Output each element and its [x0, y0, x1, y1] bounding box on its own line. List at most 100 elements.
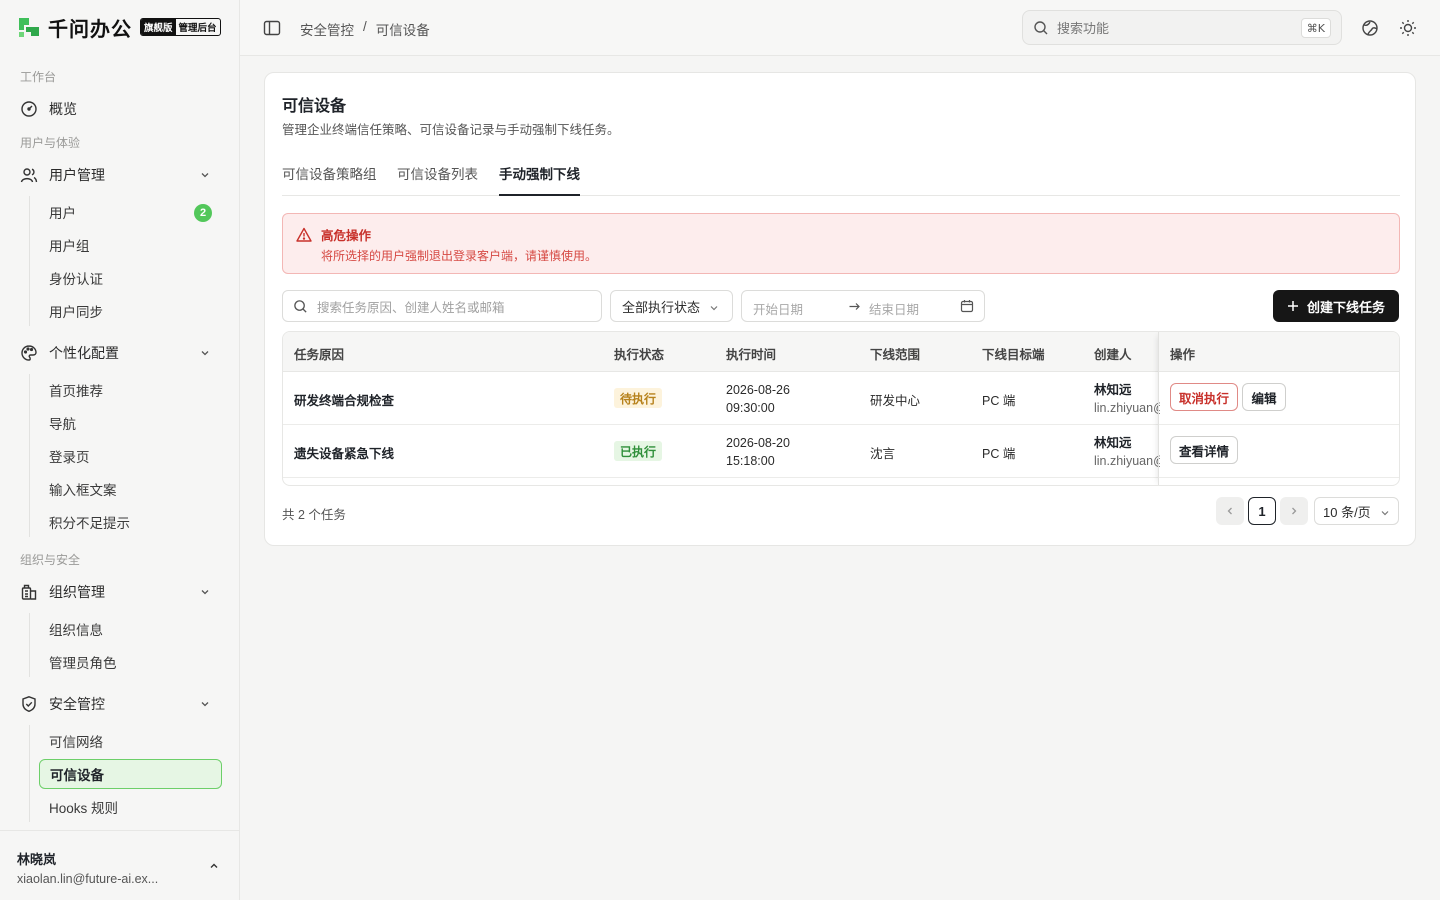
section-workspace: 工作台: [20, 70, 57, 84]
prev-page-button[interactable]: [1216, 497, 1244, 525]
chevron-left-icon: [1227, 507, 1232, 515]
page-number-current[interactable]: 1: [1248, 497, 1276, 525]
sidebar-item-org-info[interactable]: 组织信息: [39, 614, 222, 644]
sidebar: 千问办公 旗舰版 管理后台 工作台 概览 用户与体验 用户管理 用户 2 用户组…: [0, 0, 240, 900]
task-reason: 研发终端合规检查: [294, 394, 395, 408]
sidebar-item-trusted-devices[interactable]: 可信设备: [39, 759, 222, 789]
sidebar-item-overview[interactable]: 概览: [12, 93, 228, 125]
section-users-exp: 用户与体验: [20, 136, 81, 150]
creator: 林知远 lin.zhiyuan@: [1094, 436, 1160, 468]
page-size-select[interactable]: 10 条/页: [1314, 497, 1399, 525]
offline-scope: 沈言: [870, 447, 896, 461]
breadcrumb-separator: /: [363, 19, 367, 34]
search-icon: [1034, 20, 1048, 34]
chevron-down-icon: [201, 702, 209, 707]
top-header: 安全管控 / 可信设备 搜索功能 ⌘K: [240, 0, 1440, 56]
palette-icon: [20, 344, 38, 362]
sidebar-item-label: 概览: [49, 101, 77, 117]
total-count: 共 2 个任务: [282, 508, 346, 522]
app-name: 千问办公: [48, 18, 132, 41]
chevron-right-icon: [1292, 507, 1297, 515]
tab-force-offline[interactable]: 手动强制下线: [499, 163, 580, 196]
edit-button[interactable]: 编辑: [1242, 383, 1286, 411]
column-actions: 操作: [1170, 348, 1196, 362]
create-task-button[interactable]: 创建下线任务: [1273, 290, 1399, 322]
global-search-input[interactable]: 搜索功能 ⌘K: [1022, 10, 1342, 45]
sidebar-item-navigation[interactable]: 导航: [39, 408, 222, 438]
offline-target: PC 端: [982, 447, 1016, 461]
user-email: xiaolan.lin@future-ai.ex...: [17, 872, 159, 886]
section-org-security: 组织与安全: [20, 553, 81, 567]
chevron-down-icon: [201, 173, 209, 178]
arrow-right-icon: [849, 303, 860, 310]
user-icon: [20, 166, 38, 184]
tab-device-list[interactable]: 可信设备列表: [397, 163, 478, 196]
tree-line: [29, 725, 30, 822]
task-search-input[interactable]: 搜索任务原因、创建人姓名或邮箱: [282, 290, 602, 322]
plus-icon: [1287, 301, 1298, 311]
sidebar-group-personalize[interactable]: 个性化配置: [12, 337, 228, 369]
breadcrumb-item-current: 可信设备: [375, 23, 430, 38]
sidebar-group-user-mgmt[interactable]: 用户管理: [12, 159, 228, 191]
tree-line: [29, 196, 30, 326]
sidebar-toggle-icon[interactable]: [263, 19, 281, 37]
logo[interactable]: 千问办公 旗舰版 管理后台: [16, 13, 221, 41]
start-date-input[interactable]: 开始日期: [753, 299, 803, 318]
sidebar-item-hooks-rules[interactable]: Hooks 规则: [39, 792, 222, 822]
offline-scope: 研发中心: [870, 394, 921, 408]
breadcrumb-item-security[interactable]: 安全管控: [300, 19, 354, 39]
danger-alert: 高危操作 将所选择的用户强制退出登录客户端，请谨慎使用。: [282, 213, 1400, 274]
sun-icon[interactable]: [1398, 18, 1418, 38]
next-page-button[interactable]: [1280, 497, 1308, 525]
sidebar-group-security[interactable]: 安全管控: [12, 688, 228, 720]
column-creator: 创建人: [1094, 348, 1132, 362]
column-scope: 下线范围: [870, 348, 921, 362]
count-badge: 2: [194, 204, 212, 222]
status-badge: 待执行: [614, 388, 663, 408]
date-range-picker[interactable]: 开始日期 结束日期: [741, 290, 985, 322]
sidebar-item-users[interactable]: 用户 2: [39, 197, 222, 227]
alert-title: 高危操作: [321, 229, 372, 243]
edition-badge: 旗舰版 管理后台: [140, 18, 221, 36]
tree-line: [29, 613, 30, 677]
actions-column: 操作 取消执行 编辑 查看详情: [1158, 332, 1399, 485]
warning-icon: [296, 227, 312, 242]
sidebar-item-points-tip[interactable]: 积分不足提示: [39, 507, 222, 537]
actions-header: 操作: [1159, 332, 1399, 372]
view-details-button[interactable]: 查看详情: [1170, 436, 1238, 464]
sidebar-item-trusted-network[interactable]: 可信网络: [39, 726, 222, 756]
sidebar-item-home-recommend[interactable]: 首页推荐: [39, 375, 222, 405]
alert-description: 将所选择的用户强制退出登录客户端，请谨慎使用。: [321, 249, 598, 263]
chevron-down-icon: [201, 351, 209, 356]
end-date-input[interactable]: 结束日期: [869, 299, 919, 318]
sidebar-item-user-groups[interactable]: 用户组: [39, 230, 222, 260]
tab-policy-groups[interactable]: 可信设备策略组: [282, 163, 377, 196]
current-user-card[interactable]: 林晓岚 xiaolan.lin@future-ai.ex...: [0, 830, 239, 900]
task-reason: 遗失设备紧急下线: [294, 447, 395, 461]
shortcut-hint: ⌘K: [1300, 18, 1331, 38]
exec-time: 2026-08-26 09:30:00: [726, 383, 790, 415]
sidebar-item-auth[interactable]: 身份认证: [39, 263, 222, 293]
tabs: 可信设备策略组 可信设备列表 手动强制下线: [282, 153, 1400, 196]
calendar-icon: [960, 300, 974, 313]
building-icon: [20, 583, 38, 601]
task-table: 任务原因 执行状态 执行时间 下线范围 下线目标端 创建人 研发终端合规检查 待…: [282, 331, 1400, 486]
status-badge: 已执行: [614, 441, 663, 461]
search-placeholder: 搜索功能: [1057, 21, 1110, 36]
status-select[interactable]: 全部执行状态: [610, 290, 733, 322]
column-reason: 任务原因: [294, 348, 345, 362]
sidebar-item-input-copy[interactable]: 输入框文案: [39, 474, 222, 504]
search-icon: [294, 299, 307, 313]
breadcrumb: 安全管控 / 可信设备: [300, 19, 430, 39]
sidebar-item-admin-roles[interactable]: 管理员角色: [39, 647, 222, 677]
page-description: 管理企业终端信任策略、可信设备记录与手动强制下线任务。: [282, 123, 620, 137]
sidebar-item-login-page[interactable]: 登录页: [39, 441, 222, 471]
globe-icon[interactable]: [1360, 18, 1380, 38]
sidebar-group-org-mgmt[interactable]: 组织管理: [12, 576, 228, 608]
chevron-up-icon: [210, 863, 218, 868]
search-placeholder: 搜索任务原因、创建人姓名或邮箱: [317, 300, 505, 315]
sidebar-item-user-sync[interactable]: 用户同步: [39, 296, 222, 326]
user-name: 林晓岚: [17, 852, 57, 867]
cancel-execution-button[interactable]: 取消执行: [1170, 383, 1238, 411]
chevron-down-icon: [710, 306, 718, 311]
